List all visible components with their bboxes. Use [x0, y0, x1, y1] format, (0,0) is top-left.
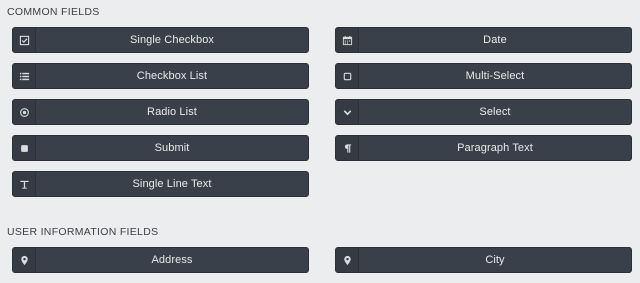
map-pin-icon	[13, 248, 36, 272]
city-button[interactable]: City	[335, 247, 632, 273]
submit-button[interactable]: Submit	[12, 135, 309, 161]
date-button[interactable]: Date	[335, 27, 632, 53]
common-fields-grid: Single Checkbox Date Checkbox List Multi…	[12, 27, 632, 207]
list-icon	[13, 64, 36, 88]
date-label: Date	[483, 34, 507, 46]
pilcrow-icon	[336, 136, 359, 160]
submit-label: Submit	[154, 142, 190, 154]
calendar-icon	[336, 28, 359, 52]
empty-grid-cell	[335, 171, 632, 197]
paragraph-text-button[interactable]: Paragraph Text	[335, 135, 632, 161]
checkbox-list-label: Checkbox List	[136, 70, 208, 82]
radio-list-button[interactable]: Radio List	[12, 99, 309, 125]
select-label: Select	[479, 106, 511, 118]
section-title-common-fields: COMMON FIELDS	[7, 6, 100, 18]
section-title-user-information-fields: USER INFORMATION FIELDS	[7, 226, 159, 238]
checkbox-list-button[interactable]: Checkbox List	[12, 63, 309, 89]
city-label: City	[485, 254, 505, 266]
square-filled-icon	[13, 136, 36, 160]
single-line-text-button[interactable]: Single Line Text	[12, 171, 309, 197]
address-label: Address	[151, 254, 193, 266]
single-checkbox-button[interactable]: Single Checkbox	[12, 27, 309, 53]
radio-list-label: Radio List	[147, 106, 197, 118]
multi-select-button[interactable]: Multi-Select	[335, 63, 632, 89]
single-line-text-label: Single Line Text	[132, 178, 212, 190]
single-checkbox-label: Single Checkbox	[129, 34, 215, 46]
select-button[interactable]: Select	[335, 99, 632, 125]
multi-select-label: Multi-Select	[465, 70, 525, 82]
checkbox-check-icon	[13, 28, 36, 52]
chevron-down-icon	[336, 100, 359, 124]
map-pin-icon	[336, 248, 359, 272]
text-cursor-icon	[13, 172, 36, 196]
user-information-fields-grid: Address City	[12, 247, 632, 283]
square-outline-icon	[336, 64, 359, 88]
address-button[interactable]: Address	[12, 247, 309, 273]
radio-icon	[13, 100, 36, 124]
paragraph-text-label: Paragraph Text	[457, 142, 533, 154]
